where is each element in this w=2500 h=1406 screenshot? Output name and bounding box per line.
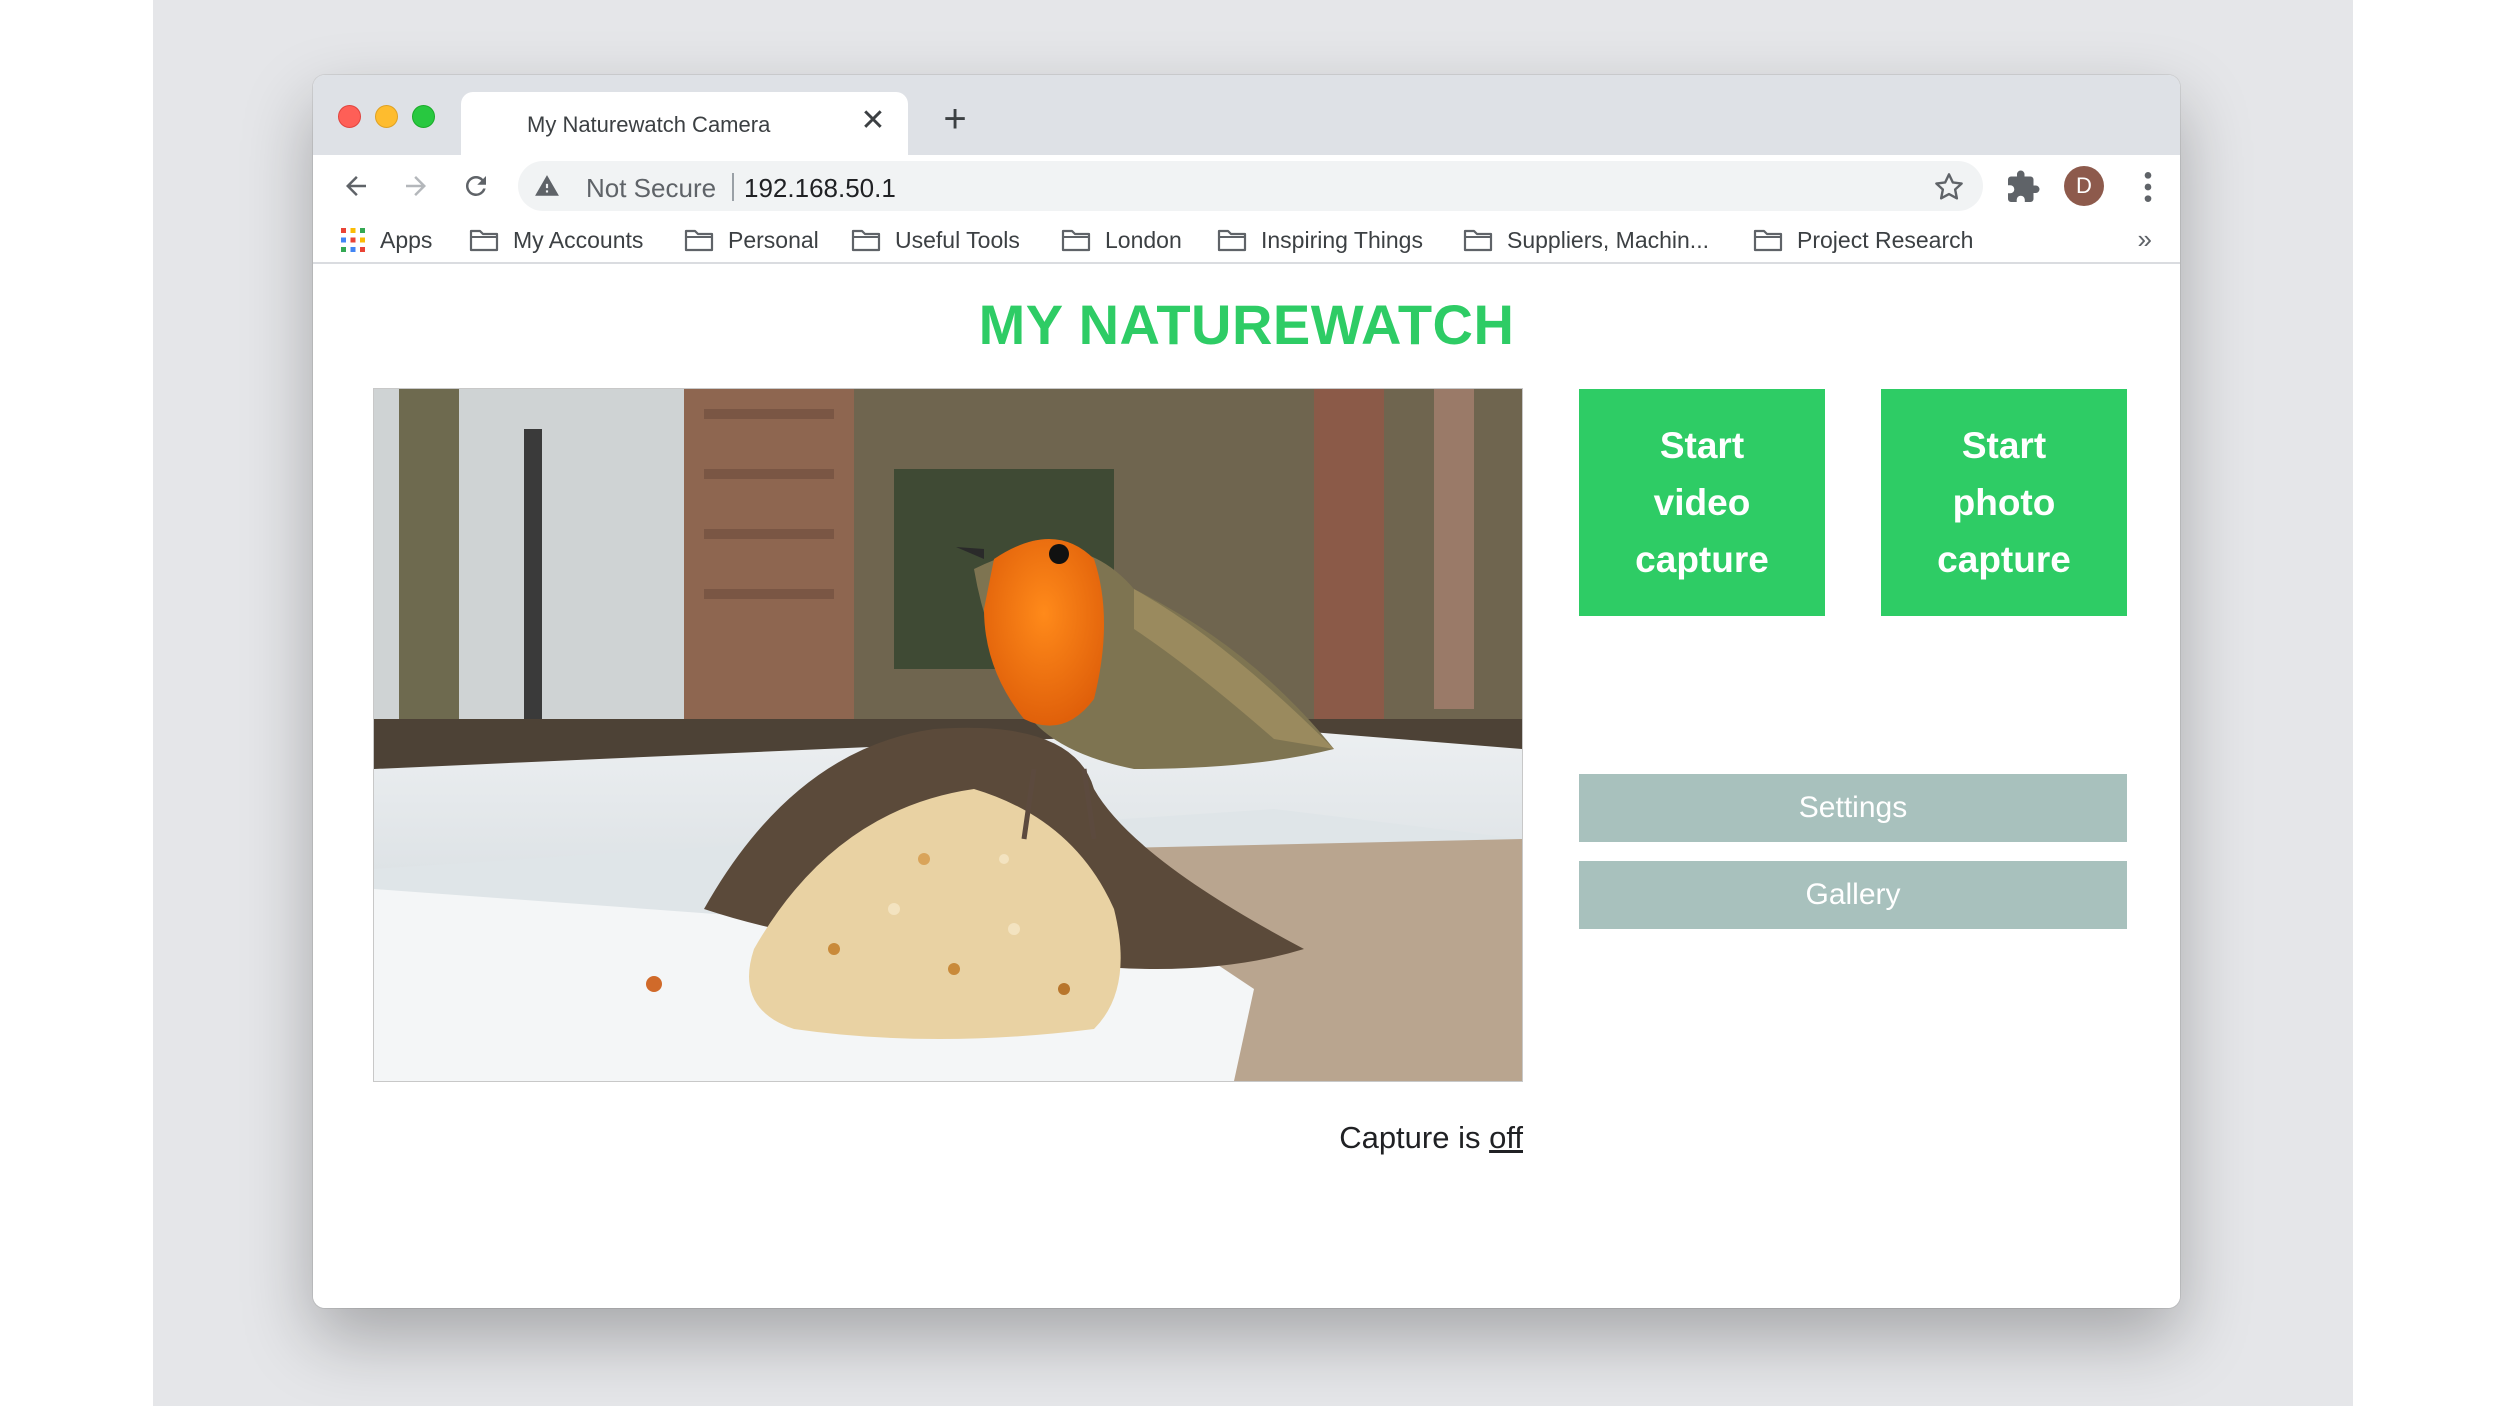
- bookmarks-overflow-button[interactable]: »: [2138, 224, 2152, 255]
- address-bar[interactable]: Not Secure 192.168.50.1: [518, 161, 1983, 211]
- bookmark-label: Apps: [380, 226, 433, 253]
- address-divider: [732, 173, 734, 201]
- page-content: MY NATUREWATCH Capture is off Start vide…: [313, 264, 2180, 1308]
- tab-naturewatch[interactable]: My Naturewatch Camera ✕: [461, 92, 908, 155]
- bookmarks-bar: Apps My Accounts Personal Useful Tools L…: [313, 218, 2180, 264]
- folder-icon: [1061, 229, 1091, 252]
- folder-icon: [684, 229, 714, 252]
- start-photo-capture-button[interactable]: Start photo capture: [1881, 389, 2127, 616]
- bookmark-label: Suppliers, Machin...: [1507, 226, 1709, 253]
- camera-feed-image: [374, 389, 1522, 1081]
- browser-window: My Naturewatch Camera ✕ + Not Secure 192…: [313, 75, 2180, 1308]
- minimize-window-button[interactable]: [375, 105, 398, 128]
- capture-state-link[interactable]: off: [1489, 1120, 1523, 1155]
- bookmark-personal[interactable]: Personal: [684, 218, 819, 262]
- reload-icon: [465, 175, 486, 196]
- bookmark-label: Personal: [728, 226, 819, 253]
- settings-button[interactable]: Settings: [1579, 774, 2127, 842]
- back-button[interactable]: [335, 165, 377, 207]
- browser-toolbar: Not Secure 192.168.50.1 D: [313, 155, 2180, 218]
- bookmark-label: Inspiring Things: [1261, 226, 1423, 253]
- camera-feed: [373, 388, 1523, 1082]
- new-tab-button[interactable]: +: [935, 99, 975, 141]
- start-video-capture-button[interactable]: Start video capture: [1579, 389, 1825, 616]
- url-text[interactable]: 192.168.50.1: [744, 173, 896, 204]
- bookmark-my-accounts[interactable]: My Accounts: [469, 218, 643, 262]
- start-photo-capture-label: Start photo capture: [1937, 425, 2071, 580]
- more-vert-icon[interactable]: [2128, 167, 2168, 207]
- folder-icon: [469, 229, 499, 252]
- bookmark-inspiring-things[interactable]: Inspiring Things: [1217, 218, 1423, 262]
- bookmark-apps[interactable]: Apps: [340, 218, 432, 262]
- start-video-capture-label: Start video capture: [1635, 425, 1769, 580]
- bookmark-label: London: [1105, 226, 1182, 253]
- page-title: MY NATUREWATCH: [978, 293, 1515, 356]
- capture-status: Capture is off: [373, 1120, 1523, 1156]
- bookmark-suppliers[interactable]: Suppliers, Machin...: [1463, 218, 1709, 262]
- tab-strip: My Naturewatch Camera ✕ +: [313, 75, 2180, 155]
- security-label[interactable]: Not Secure: [586, 173, 716, 204]
- bookmark-useful-tools[interactable]: Useful Tools: [851, 218, 1020, 262]
- apps-grid-icon: [341, 228, 365, 252]
- bookmark-london[interactable]: London: [1061, 218, 1182, 262]
- tab-close-icon[interactable]: ✕: [858, 106, 888, 136]
- forward-arrow-icon: [406, 176, 426, 196]
- bookmark-label: Project Research: [1797, 226, 1974, 253]
- folder-icon: [1463, 229, 1493, 252]
- back-arrow-icon: [346, 176, 366, 196]
- bookmark-label: Useful Tools: [895, 226, 1020, 253]
- folder-icon: [1217, 229, 1247, 252]
- extensions-puzzle-icon[interactable]: [2005, 169, 2041, 205]
- reload-button[interactable]: [455, 165, 497, 207]
- maximize-window-button[interactable]: [412, 105, 435, 128]
- warning-icon[interactable]: [534, 173, 560, 199]
- close-window-button[interactable]: [338, 105, 361, 128]
- bookmark-label: My Accounts: [513, 226, 644, 253]
- capture-status-prefix: Capture is: [1339, 1120, 1490, 1155]
- forward-button[interactable]: [395, 165, 437, 207]
- tab-title: My Naturewatch Camera: [527, 112, 771, 137]
- gallery-button[interactable]: Gallery: [1579, 861, 2127, 929]
- bookmark-star-icon[interactable]: [1933, 171, 1965, 203]
- profile-avatar[interactable]: D: [2064, 166, 2104, 206]
- folder-icon: [1753, 229, 1783, 252]
- bookmark-project-research[interactable]: Project Research: [1753, 218, 1973, 262]
- folder-icon: [851, 229, 881, 252]
